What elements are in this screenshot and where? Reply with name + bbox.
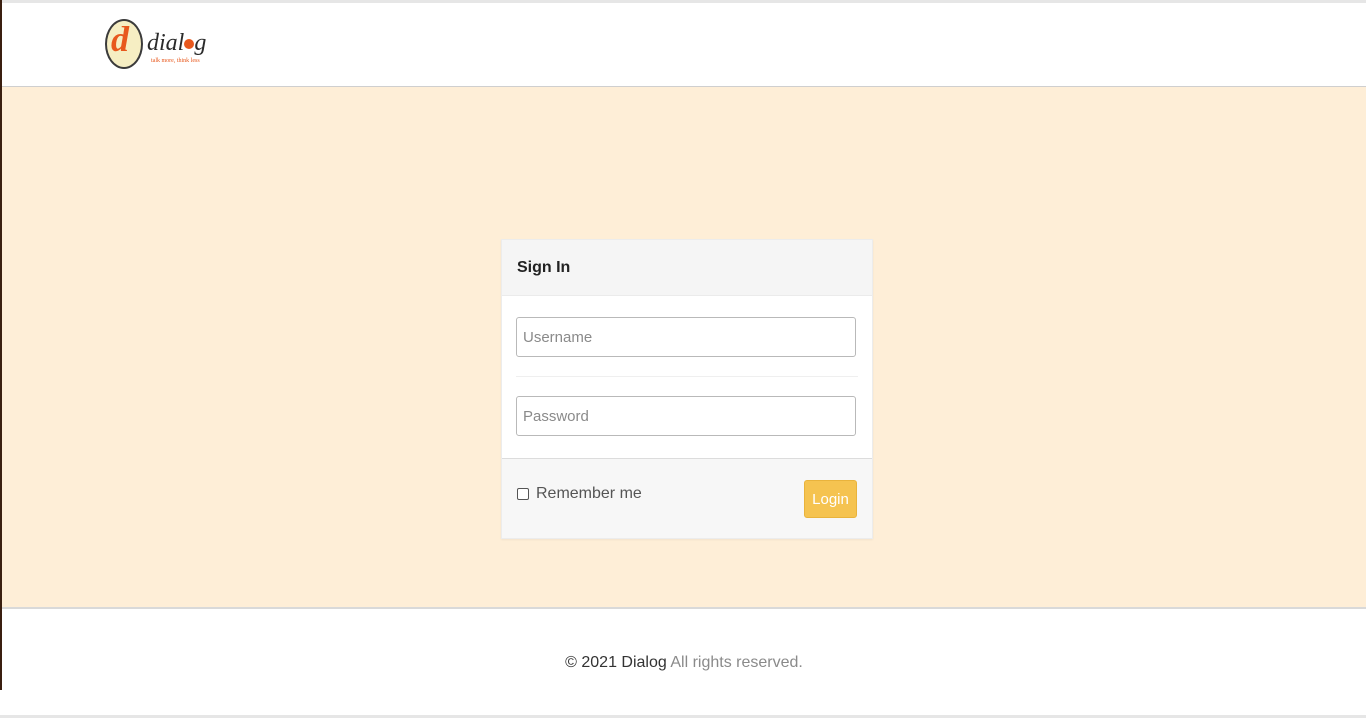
logo-wordmark-start: dial — [147, 30, 185, 56]
password-input[interactable] — [516, 396, 856, 436]
remember-me-checkbox[interactable] — [517, 488, 529, 500]
fields-divider — [516, 376, 858, 377]
signin-title: Sign In — [517, 259, 571, 276]
header: d dial g talk more, think less — [2, 3, 1366, 87]
footer-text: © 2021 Dialog All rights reserved. — [2, 654, 1366, 672]
main-area: Sign In Remember me Login — [2, 87, 1366, 609]
logo-tagline: talk more, think less — [151, 58, 200, 64]
footer-copyright: © 2021 Dialog — [565, 654, 667, 671]
signin-panel-body — [502, 296, 872, 437]
signin-panel: Sign In Remember me Login — [501, 239, 873, 539]
footer: © 2021 Dialog All rights reserved. — [2, 609, 1366, 715]
signin-panel-footer: Remember me Login — [502, 458, 872, 538]
page: d dialg talk more, think less Sign In Re… — [0, 0, 1366, 718]
remember-me-label: Remember me — [536, 485, 642, 502]
logo-o-icon — [184, 39, 195, 49]
login-button[interactable]: Login — [804, 480, 857, 518]
logo-wordmark-end: g — [194, 30, 207, 56]
logo-wordmark: dial g — [147, 31, 206, 55]
dialog-logo[interactable]: d dial g talk more, think less — [105, 19, 215, 71]
signin-panel-heading: Sign In — [502, 240, 872, 296]
username-input[interactable] — [516, 317, 856, 357]
footer-rights: All rights reserved. — [666, 654, 803, 671]
logo-letter: d — [111, 19, 129, 59]
remember-me[interactable]: Remember me — [517, 485, 642, 503]
